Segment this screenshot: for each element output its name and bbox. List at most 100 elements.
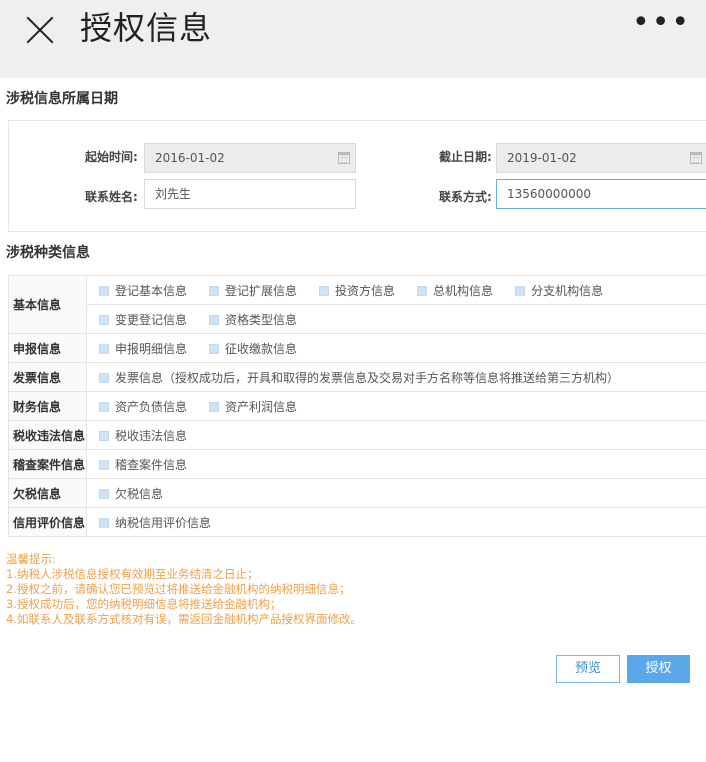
table-row: 欠税信息 欠税信息 [8, 478, 706, 508]
checkbox[interactable] [209, 401, 220, 412]
tax-category-label: 税收违法信息 [8, 420, 87, 450]
tax-option[interactable]: 分支机构信息 [515, 282, 603, 299]
table-row: 变更登记信息 资格类型信息 [9, 304, 706, 334]
tax-option[interactable]: 征收缴款信息 [209, 340, 297, 357]
tax-option[interactable]: 纳税信用评价信息 [99, 514, 211, 531]
table-row: 财务信息 资产负债信息 资产利润信息 [8, 391, 706, 421]
tax-option[interactable]: 总机构信息 [417, 282, 493, 299]
tax-options-cell: 欠税信息 [86, 478, 706, 508]
tax-option-label: 稽查案件信息 [115, 457, 188, 472]
calendar-icon[interactable] [690, 152, 702, 164]
contact-method-label: 联系方式: [439, 190, 492, 204]
tax-category-label: 欠税信息 [8, 478, 87, 508]
checkbox[interactable] [99, 401, 109, 412]
tax-category-label: 发票信息 [8, 362, 87, 392]
tax-option-label: 申报明细信息 [115, 341, 188, 356]
tax-section-title: 涉税种类信息 [6, 245, 90, 261]
tax-option-label: 征收缴款信息 [225, 341, 298, 356]
tax-option[interactable]: 登记扩展信息 [209, 282, 297, 299]
tax-option[interactable]: 投资方信息 [319, 282, 395, 299]
table-row: 申报信息 申报明细信息 征收缴款信息 [8, 333, 706, 363]
tax-options-cell: 税收违法信息 [86, 420, 706, 450]
table-row: 税收违法信息 税收违法信息 [8, 420, 706, 450]
tax-option[interactable]: 发票信息（授权成功后，开具和取得的发票信息及交易对手方名称等信息将推送给第三方机… [99, 369, 619, 386]
notice-title: 温馨提示: [6, 552, 56, 566]
tax-option[interactable]: 欠税信息 [99, 485, 163, 502]
tax-options-cell: 稽查案件信息 [86, 449, 706, 479]
tax-category-label: 信用评价信息 [8, 507, 87, 537]
notice-item: 1.纳税人涉税信息授权有效期至业务结清之日止； [6, 567, 259, 581]
table-row: 信用评价信息 纳税信用评价信息 [8, 507, 706, 537]
tax-options-cell: 登记基本信息 登记扩展信息 投资方信息 总机构信息 分支机构信息 [86, 275, 706, 305]
tax-options-cell: 资产负债信息 资产利润信息 [86, 391, 706, 421]
tax-options-cell: 变更登记信息 资格类型信息 [86, 304, 706, 334]
table-row: 稽查案件信息 稽查案件信息 [8, 449, 706, 479]
checkbox[interactable] [209, 343, 220, 354]
tax-option-label: 登记基本信息 [115, 283, 188, 298]
checkbox[interactable] [417, 285, 428, 296]
table-row: 基本信息 登记基本信息 登记扩展信息 投资方信息 总机构信息 分支机构信息 [8, 275, 706, 334]
date-section-title: 涉税信息所属日期 [6, 91, 118, 107]
calendar-icon[interactable] [338, 152, 350, 164]
contact-name-value: 刘先生 [155, 187, 192, 201]
authorize-button[interactable]: 授权 [627, 655, 690, 683]
checkbox[interactable] [99, 517, 109, 528]
notice-item: 2.授权之前，请确认您已预览过将推送给金融机构的纳税明细信息； [6, 582, 351, 596]
checkbox[interactable] [99, 430, 109, 441]
checkbox[interactable] [99, 372, 109, 383]
tax-option-label: 纳税信用评价信息 [115, 515, 212, 530]
tax-option[interactable]: 稽查案件信息 [99, 456, 187, 473]
contact-name-label: 联系姓名: [85, 190, 138, 204]
tax-option-label: 税收违法信息 [115, 428, 188, 443]
tax-category-label: 申报信息 [8, 333, 87, 363]
start-date-field[interactable]: 2016-01-02 [144, 143, 356, 173]
tax-option[interactable]: 资格类型信息 [209, 311, 297, 328]
tax-category-label: 基本信息 [8, 275, 87, 334]
notice-item: 3.授权成功后，您的纳税明细信息将推送给金融机构； [6, 597, 282, 611]
tax-option-label: 总机构信息 [433, 283, 494, 298]
tax-options-cell: 申报明细信息 征收缴款信息 [86, 333, 706, 363]
checkbox[interactable] [209, 285, 220, 296]
tax-option-label: 资格类型信息 [225, 312, 298, 327]
top-bar: 授权信息 ••• [0, 0, 706, 78]
checkbox[interactable] [99, 285, 109, 296]
tax-option[interactable]: 资产负债信息 [99, 398, 187, 415]
more-dots-icon[interactable]: ••• [632, 8, 691, 38]
tax-option[interactable]: 申报明细信息 [99, 340, 187, 357]
tax-option-label: 资产利润信息 [225, 399, 298, 414]
tax-option-label: 资产负债信息 [115, 399, 188, 414]
contact-name-field[interactable]: 刘先生 [144, 179, 356, 209]
checkbox[interactable] [515, 285, 526, 296]
contact-method-value: 13560000000 [507, 187, 591, 201]
tax-option-label: 变更登记信息 [115, 312, 188, 327]
tax-option-label: 登记扩展信息 [225, 283, 298, 298]
tax-option-label: 欠税信息 [115, 486, 164, 501]
tax-category-label: 稽查案件信息 [8, 449, 87, 479]
tax-option[interactable]: 登记基本信息 [99, 282, 187, 299]
end-date-label: 截止日期: [439, 150, 492, 164]
tax-option-label: 投资方信息 [335, 283, 396, 298]
end-date-value: 2019-01-02 [507, 151, 577, 165]
preview-button[interactable]: 预览 [556, 655, 620, 683]
tax-option-label: 发票信息（授权成功后，开具和取得的发票信息及交易对手方名称等信息将推送给第三方机… [115, 370, 620, 385]
checkbox[interactable] [99, 488, 109, 499]
end-date-field[interactable]: 2019-01-02 [496, 143, 706, 173]
close-icon[interactable] [20, 10, 60, 50]
checkbox[interactable] [319, 285, 330, 296]
contact-method-field[interactable]: 13560000000 [496, 179, 706, 209]
checkbox[interactable] [99, 314, 109, 325]
tax-category-label: 财务信息 [8, 391, 87, 421]
checkbox[interactable] [209, 314, 220, 325]
contact-panel: 起始时间: 2016-01-02 截止日期: 2019-01-02 联系姓名: … [8, 120, 706, 232]
page-title: 授权信息 [80, 9, 213, 47]
tax-option-label: 分支机构信息 [531, 283, 604, 298]
tax-info-table: 基本信息 登记基本信息 登记扩展信息 投资方信息 总机构信息 分支机构信息变更登记信息 资格… [8, 275, 706, 537]
tax-option[interactable]: 税收违法信息 [99, 427, 187, 444]
tax-options-cell: 纳税信用评价信息 [86, 507, 706, 537]
checkbox[interactable] [99, 343, 109, 354]
tax-option[interactable]: 资产利润信息 [209, 398, 297, 415]
tax-option[interactable]: 变更登记信息 [99, 311, 187, 328]
tax-options-cell: 发票信息（授权成功后，开具和取得的发票信息及交易对手方名称等信息将推送给第三方机… [86, 362, 706, 392]
checkbox[interactable] [99, 459, 109, 470]
notice: 温馨提示: 1.纳税人涉税信息授权有效期至业务结清之日止； 2.授权之前，请确认… [6, 552, 362, 627]
